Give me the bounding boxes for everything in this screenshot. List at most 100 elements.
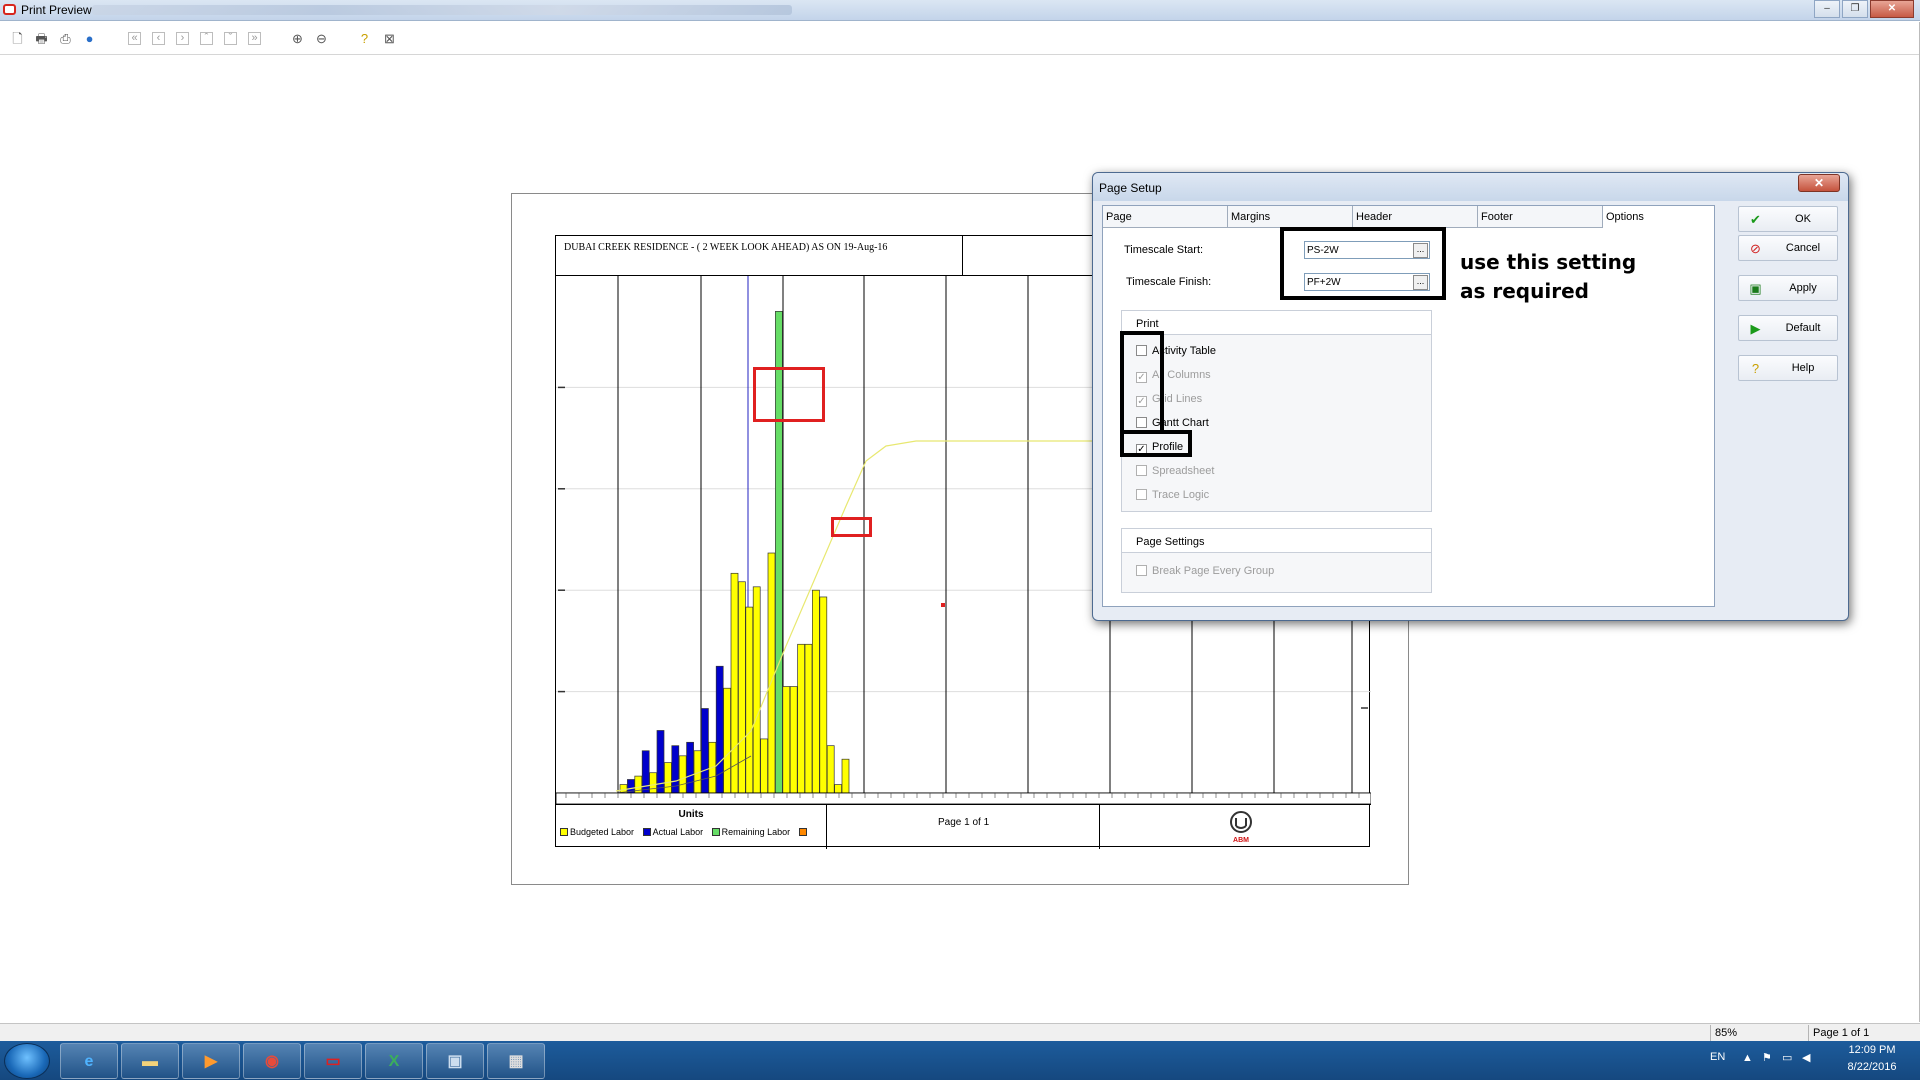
tab-header[interactable]: Header bbox=[1353, 206, 1478, 228]
minimize-button[interactable]: – bbox=[1814, 0, 1840, 18]
last-page-icon[interactable]: » bbox=[248, 32, 261, 45]
calculator-taskbar-icon[interactable]: ▦ bbox=[487, 1043, 545, 1079]
report-title: DUBAI CREEK RESIDENCE - ( 2 WEEK LOOK AH… bbox=[564, 242, 888, 253]
bar-budgeted-labor bbox=[789, 686, 798, 794]
play-icon: ▶ bbox=[1750, 321, 1761, 336]
apply-button[interactable]: ▣ Apply bbox=[1738, 275, 1838, 301]
bar-budgeted-labor bbox=[834, 784, 842, 794]
tab-footer[interactable]: Footer bbox=[1478, 206, 1603, 228]
timescale-start-label: Timescale Start: bbox=[1124, 244, 1204, 256]
spreadsheet-checkbox[interactable]: Spreadsheet bbox=[1136, 465, 1214, 479]
trace-logic-checkbox[interactable]: Trace Logic bbox=[1136, 489, 1209, 503]
publish-icon[interactable]: ● bbox=[81, 30, 98, 47]
zoom-in-icon[interactable]: ⊕ bbox=[289, 30, 306, 47]
legend-cell: Units Budgeted Labor Actual Labor Remain… bbox=[556, 805, 827, 849]
title-divider bbox=[962, 236, 963, 276]
bar-budgeted-labor bbox=[797, 643, 805, 794]
down-page-icon[interactable]: ˇ bbox=[224, 32, 237, 45]
start-button[interactable] bbox=[4, 1043, 50, 1079]
bar-budgeted-labor bbox=[826, 745, 835, 794]
tray-expand-icon[interactable]: ▲ bbox=[1742, 1052, 1753, 1064]
legend-actual: Actual Labor bbox=[642, 827, 703, 837]
tab-margins[interactable]: Margins bbox=[1228, 206, 1353, 228]
bar-budgeted-labor bbox=[752, 586, 761, 794]
restore-button[interactable]: ❐ bbox=[1842, 0, 1868, 18]
cumulative-budget-curve bbox=[615, 440, 1116, 792]
bar-budgeted-labor bbox=[782, 686, 791, 794]
bar-budgeted-labor bbox=[804, 643, 813, 794]
ok-button[interactable]: ✔ OK bbox=[1738, 206, 1838, 232]
page-status: Page 1 of 1 bbox=[1808, 1025, 1920, 1041]
page-setup-icon[interactable]: 🗋 bbox=[9, 30, 26, 47]
profile-highlight-box bbox=[1120, 430, 1192, 457]
language-indicator[interactable]: EN bbox=[1710, 1051, 1725, 1063]
peak-highlight-box bbox=[753, 367, 825, 422]
units-label: Units bbox=[678, 809, 704, 820]
prev-page-icon[interactable]: ‹ bbox=[152, 32, 165, 45]
abm-logo: ABM bbox=[1230, 811, 1252, 844]
close-preview-icon[interactable]: ⊠ bbox=[381, 30, 398, 47]
print-icon[interactable]: ⎙ bbox=[57, 30, 74, 47]
default-button[interactable]: ▶ Default bbox=[1738, 315, 1838, 341]
secondary-peak-highlight-box bbox=[831, 517, 872, 537]
marker-dot bbox=[941, 603, 945, 607]
network-icon[interactable]: ▭ bbox=[1782, 1051, 1792, 1064]
primavera-taskbar-icon[interactable]: ▭ bbox=[304, 1043, 362, 1079]
bar-actual-labor bbox=[686, 741, 694, 794]
bar-budgeted-labor bbox=[649, 772, 657, 794]
break-page-checkbox[interactable]: Break Page Every Group bbox=[1136, 565, 1274, 579]
bar-budgeted-labor bbox=[730, 572, 739, 794]
svg-text:ABM: ABM bbox=[1233, 837, 1249, 844]
chart-legend: Budgeted Labor Actual Labor Remaining La… bbox=[560, 827, 815, 837]
tab-page[interactable]: Page bbox=[1103, 206, 1228, 228]
bar-budgeted-labor bbox=[812, 589, 820, 794]
print-groupbox: Print Activity Table ✓ All Columns ✓ Grid … bbox=[1121, 310, 1432, 512]
report-footer: Units Budgeted Labor Actual Labor Remain… bbox=[556, 804, 1371, 849]
page-setup-dialog: Page Setup ✕ Page Margins Header Footer … bbox=[1092, 172, 1849, 621]
remote-desktop-taskbar-icon[interactable]: ▣ bbox=[426, 1043, 484, 1079]
system-tray: EN ▲ ⚑ ▭ ◀ 12:09 PM 8/22/2016 bbox=[1700, 1041, 1920, 1080]
next-page-icon[interactable]: › bbox=[176, 32, 189, 45]
clock-time[interactable]: 12:09 PM bbox=[1840, 1044, 1904, 1056]
status-bar: 85% Page 1 of 1 bbox=[0, 1023, 1920, 1041]
bar-budgeted-labor bbox=[841, 758, 850, 794]
help-button[interactable]: ? Help bbox=[1738, 355, 1838, 381]
action-center-icon[interactable]: ⚑ bbox=[1762, 1051, 1772, 1064]
bar-budgeted-labor bbox=[678, 755, 687, 794]
up-page-icon[interactable]: ˆ bbox=[200, 32, 213, 45]
help-icon: ? bbox=[1751, 361, 1760, 376]
window-title: Print Preview bbox=[21, 3, 92, 17]
excel-taskbar-icon[interactable]: X bbox=[365, 1043, 423, 1079]
close-button[interactable]: ✕ bbox=[1870, 0, 1914, 18]
blurred-window-title bbox=[92, 5, 792, 15]
timescale-band bbox=[556, 792, 1371, 804]
media-player-taskbar-icon[interactable]: ▶ bbox=[182, 1043, 240, 1079]
cancel-icon: ⊘ bbox=[1750, 241, 1761, 256]
chrome-taskbar-icon[interactable]: ◉ bbox=[243, 1043, 301, 1079]
tab-options[interactable]: Options bbox=[1603, 206, 1714, 228]
bar-budgeted-labor bbox=[723, 687, 731, 794]
ie-taskbar-icon[interactable]: e bbox=[60, 1043, 118, 1079]
bar-budgeted-labor bbox=[745, 606, 754, 794]
apply-icon: ▣ bbox=[1749, 281, 1762, 296]
checkbox-column-highlight-box bbox=[1120, 331, 1164, 434]
explorer-taskbar-icon[interactable]: ▬ bbox=[121, 1043, 179, 1079]
page-settings-groupbox: Page Settings Break Page Every Group bbox=[1121, 528, 1432, 593]
bar-budgeted-labor bbox=[767, 552, 776, 794]
page-of-label: Page 1 of 1 bbox=[938, 817, 990, 828]
help-icon[interactable]: ? bbox=[356, 30, 373, 47]
zoom-out-icon[interactable]: ⊖ bbox=[313, 30, 330, 47]
annotation-text: use this setting as required bbox=[1460, 250, 1637, 303]
volume-icon[interactable]: ◀ bbox=[1802, 1051, 1810, 1064]
window-titlebar: Print Preview – ❐ ✕ bbox=[0, 0, 1920, 21]
print-preview-icon[interactable]: 🖶 bbox=[33, 30, 50, 47]
dialog-close-button[interactable]: ✕ bbox=[1798, 174, 1840, 192]
timescale-finish-label: Timescale Finish: bbox=[1126, 276, 1212, 288]
legend-remaining: Remaining Labor bbox=[711, 827, 790, 837]
page-number-cell: Page 1 of 1 bbox=[827, 805, 1100, 849]
cancel-button[interactable]: ⊘ Cancel bbox=[1738, 235, 1838, 261]
first-page-icon[interactable]: « bbox=[128, 32, 141, 45]
clock-date[interactable]: 8/22/2016 bbox=[1840, 1061, 1904, 1073]
page-settings-group-header: Page Settings bbox=[1122, 529, 1431, 553]
logo-cell: ABM bbox=[1100, 805, 1371, 849]
